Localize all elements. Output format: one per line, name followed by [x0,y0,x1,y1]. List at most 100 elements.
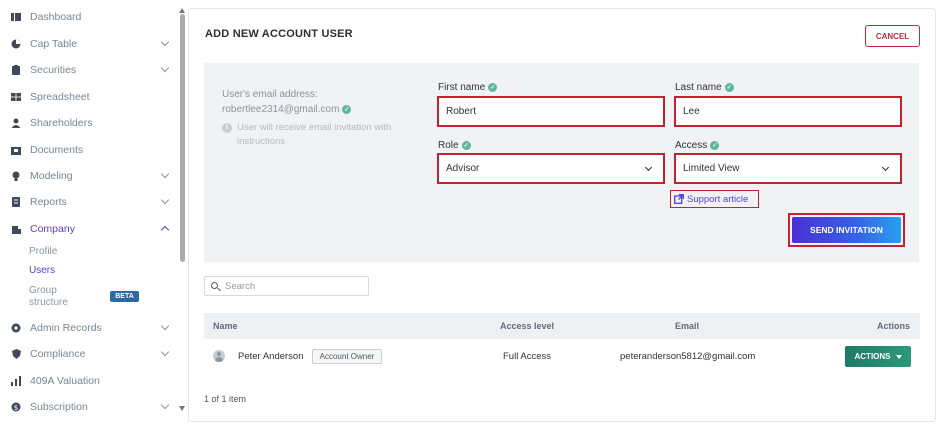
pie-chart-icon [11,39,21,49]
chevron-down-icon [160,321,170,331]
svg-text:$: $ [14,404,18,412]
first-name-field[interactable]: Robert [437,96,665,127]
sidebar-item-company[interactable]: Company [0,218,178,240]
column-header-name[interactable]: Name [213,321,238,331]
sidebar-item-label: Admin Records [30,322,102,334]
last-name-value: Lee [683,106,700,117]
sidebar-item-label: Documents [30,144,84,156]
column-header-access-level[interactable]: Access level [500,321,554,331]
check-icon: ✓ [461,141,471,150]
user-name: Peter Anderson [238,351,304,362]
sidebar-item-label: Modeling [30,170,73,182]
sidebar-item-label: Shareholders [30,117,93,129]
sidebar-item-label: Compliance [30,348,86,360]
table-header [204,313,920,339]
role-value: Advisor [446,163,480,174]
sidebar-item-admin-records[interactable]: Admin Records [0,317,178,339]
avatar [213,350,225,362]
sidebar-item-cap-table[interactable]: Cap Table [0,33,178,55]
sidebar-item-spreadsheet[interactable]: Spreadsheet [0,86,178,108]
sidebar-item-securities[interactable]: Securities [0,59,178,81]
search-input[interactable]: Search [204,276,369,296]
scroll-up-arrow-icon[interactable] [179,8,185,13]
sidebar-item-shareholders[interactable]: Shareholders [0,112,178,134]
check-icon: ✓ [342,105,352,114]
sidebar-item-label: Reports [30,196,67,208]
pagination-summary: 1 of 1 item [204,394,247,404]
caret-down-icon [895,354,902,359]
report-icon [11,197,21,207]
info-icon: i [222,123,232,133]
dashboard-icon [11,12,21,22]
sidebar-item-label: Cap Table [30,38,78,50]
chevron-down-icon [160,63,170,73]
shield-icon [11,349,21,359]
sidebar-subitem-group-structure-line1[interactable]: Group [29,285,57,296]
email-value: robertlee2314@gmail.com ✓ [222,104,352,115]
sidebar-subitem-profile[interactable]: Profile [29,246,57,257]
cancel-button[interactable]: CANCEL [865,25,920,47]
sidebar-item-compliance[interactable]: Compliance [0,343,178,365]
last-name-field[interactable]: Lee [674,96,902,127]
email-value-text: robertlee2314@gmail.com [222,104,340,115]
role-label-text: Role [438,140,459,151]
sidebar-item-reports[interactable]: Reports [0,191,178,213]
chevron-down-icon [160,169,170,179]
sidebar-item-label: Securities [30,64,77,76]
scroll-down-arrow-icon[interactable] [179,406,185,411]
chevron-down-icon [160,347,170,357]
chevron-down-icon [160,37,170,47]
search-placeholder: Search [225,280,256,292]
account-owner-badge: Account Owner [312,349,382,364]
sidebar-item-label: 409A Valuation [30,375,100,387]
column-header-actions: Actions [877,321,911,331]
lightbulb-icon [11,171,21,181]
chevron-down-icon [160,195,170,205]
sidebar-item-label: Subscription [30,401,88,413]
sidebar-item-subscription[interactable]: $ Subscription [0,396,178,418]
email-hint: i User will receive email invitation wit… [222,121,422,149]
access-select[interactable]: Limited View [674,153,902,184]
sidebar-item-dashboard[interactable]: Dashboard [0,6,178,28]
sidebar-subitem-group-structure-line2[interactable]: structure [29,297,68,308]
actions-dropdown-button[interactable]: ACTIONS [845,346,911,367]
last-name-label: Last name ✓ [675,82,734,93]
user-email: peteranderson5812@gmail.com [620,351,756,362]
access-value: Limited View [683,163,740,174]
role-select[interactable]: Advisor [437,153,665,184]
app-page: Dashboard Cap Table Securities Spreadshe… [0,0,939,428]
building-icon [11,224,21,234]
page-title: ADD NEW ACCOUNT USER [205,28,353,40]
first-name-label: First name ✓ [438,82,498,93]
check-icon: ✓ [488,83,498,92]
chevron-down-icon [160,400,170,410]
grid-icon [11,92,21,102]
sidebar-item-documents[interactable]: Documents [0,139,178,161]
email-hint-text: User will receive email invitation with … [237,122,392,147]
clipboard-icon [11,65,21,75]
sidebar-item-modeling[interactable]: Modeling [0,165,178,187]
role-label: Role ✓ [438,140,471,151]
search-icon [211,282,218,289]
chart-icon [11,376,21,386]
sidebar-item-label: Spreadsheet [30,91,90,103]
support-article-link[interactable]: Support article [670,190,759,208]
send-invitation-button[interactable]: SEND INVITATION [792,217,901,243]
column-header-email[interactable]: Email [675,321,699,331]
sidebar-item-label: Dashboard [30,11,82,23]
person-icon [11,118,21,128]
last-name-label-text: Last name [675,82,722,93]
external-link-icon [674,194,684,204]
email-label: User's email address: [222,89,318,100]
first-name-label-text: First name [438,82,486,93]
access-label-text: Access [675,140,708,151]
beta-badge: BETA [110,291,139,302]
folder-icon [11,145,21,155]
actions-label: ACTIONS [854,352,891,361]
sidebar-subitem-users[interactable]: Users [29,265,55,276]
chevron-down-icon [881,163,890,172]
gear-icon [11,323,21,333]
sidebar-item-409a-valuation[interactable]: 409A Valuation [0,370,178,392]
support-article-label: Support article [687,193,749,205]
scrollbar-thumb[interactable] [180,14,185,262]
